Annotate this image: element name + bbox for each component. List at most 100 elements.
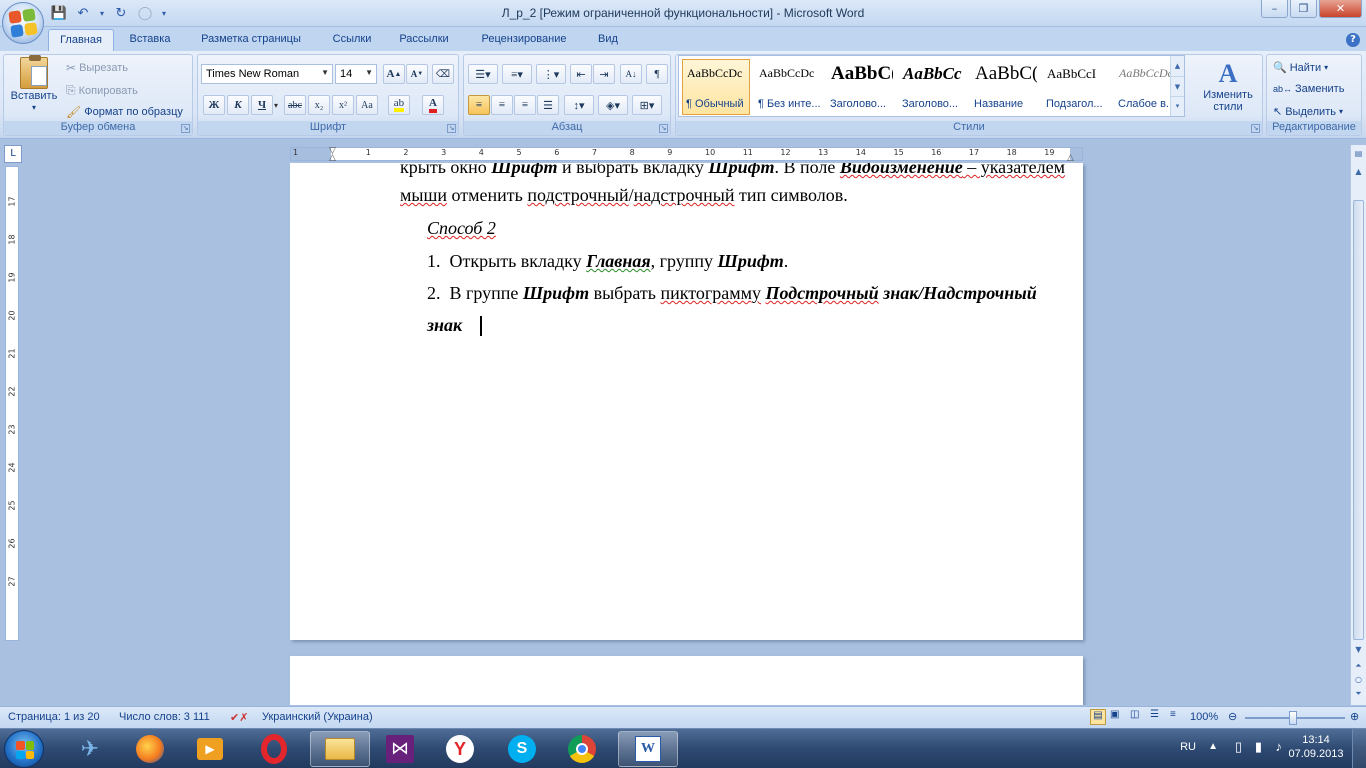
style-normal[interactable]: AaBbCcDc ¶ Обычный (682, 59, 750, 115)
vertical-scrollbar[interactable]: ▤ ▲ ▼ ⏶ ○ ⏷ (1350, 145, 1366, 705)
full-screen-view-icon[interactable]: ▣ (1110, 709, 1126, 725)
style-title[interactable]: AaBbC( Название (970, 59, 1038, 115)
taskbar-app-chrome[interactable] (556, 731, 608, 767)
decrease-indent-button[interactable]: ⇤ (570, 64, 592, 84)
tab-page-layout[interactable]: Разметка страницы (190, 31, 312, 51)
multilevel-list-button[interactable]: ⋮▾ (536, 64, 566, 84)
taskbar-app-skype[interactable]: S (496, 731, 548, 767)
italic-button[interactable]: К (227, 95, 249, 115)
ruler-toggle-icon[interactable]: ▤ (1353, 149, 1364, 162)
page-indicator[interactable]: Страница: 1 из 20 (8, 711, 100, 723)
document-page-2[interactable] (290, 656, 1083, 705)
align-center-button[interactable]: ≡ (491, 95, 513, 115)
office-button[interactable] (2, 2, 44, 44)
increase-indent-button[interactable]: ⇥ (593, 64, 615, 84)
tab-review[interactable]: Рецензирование (470, 31, 578, 51)
word-count[interactable]: Число слов: 3 111 (119, 711, 210, 723)
zoom-level[interactable]: 100% (1190, 711, 1218, 723)
taskbar-app-firefox[interactable] (124, 731, 176, 767)
tab-selector[interactable]: L (4, 145, 22, 163)
clear-formatting-button[interactable]: ⌫ (432, 64, 454, 84)
style-no-spacing[interactable]: AaBbCcDc ¶ Без инте... (754, 59, 822, 115)
line-spacing-button[interactable]: ↕▾ (564, 95, 594, 115)
scroll-down-icon[interactable]: ▼ (1353, 645, 1364, 658)
scroll-up-icon[interactable]: ▲ (1353, 167, 1364, 180)
sort-button[interactable]: A↓ (620, 64, 642, 84)
tab-references[interactable]: Ссылки (325, 31, 379, 51)
clock[interactable]: 13:14 07.09.2013 (1286, 734, 1346, 760)
taskbar-app-media[interactable]: ▶ (184, 731, 236, 767)
zoom-slider-thumb[interactable] (1289, 711, 1297, 725)
previous-page-icon[interactable]: ⏶ (1353, 661, 1364, 674)
find-button[interactable]: 🔍 Найти ▾ (1273, 61, 1328, 75)
language-indicator[interactable]: Украинский (Украина) (262, 711, 373, 723)
select-button[interactable]: ↖ Выделить ▾ (1273, 105, 1343, 119)
clipboard-launcher-icon[interactable]: ↘ (181, 124, 190, 133)
numbering-button[interactable]: ≡▾ (502, 64, 532, 84)
web-layout-view-icon[interactable]: ◫ (1130, 709, 1146, 725)
vertical-ruler[interactable]: 17 18 19 20 21 22 23 24 25 26 27 (5, 166, 19, 641)
zoom-out-icon[interactable]: ⊖ (1228, 710, 1237, 723)
grow-font-button[interactable]: A ▲ (383, 64, 405, 84)
taskbar-app-word[interactable]: W (618, 731, 678, 767)
tab-view[interactable]: Вид (590, 31, 626, 51)
print-layout-view-icon[interactable]: ▤ (1090, 709, 1106, 725)
subscript-button[interactable]: x₂ (308, 95, 330, 115)
zoom-in-icon[interactable]: ⊕ (1350, 710, 1359, 723)
font-launcher-icon[interactable]: ↘ (447, 124, 456, 133)
bold-button[interactable]: Ж (203, 95, 225, 115)
replace-button[interactable]: ab↔ Заменить (1273, 83, 1344, 95)
highlight-button[interactable]: ab (388, 95, 410, 115)
taskbar-app-opera[interactable] (248, 731, 300, 767)
battery-icon[interactable]: ▯ (1235, 739, 1242, 755)
style-heading-1[interactable]: AaBbC( Заголово... (826, 59, 894, 115)
draft-view-icon[interactable]: ≡ (1170, 709, 1186, 725)
start-button[interactable] (4, 730, 44, 768)
help-icon[interactable]: ? (1346, 33, 1360, 47)
right-indent-icon[interactable]: △ (1067, 153, 1074, 163)
styles-gallery-scroll[interactable]: ▲ ▼ ▾ (1170, 56, 1184, 116)
font-size-combo[interactable]: 14 ▼ (335, 64, 377, 84)
styles-launcher-icon[interactable]: ↘ (1251, 124, 1260, 133)
horizontal-ruler[interactable]: 1 1 2 3 4 5 6 7 8 9 10 11 12 13 14 15 16 17 18 19 ▽ △ △ (290, 146, 1083, 163)
shrink-font-button[interactable]: A ▼ (406, 64, 428, 84)
change-case-button[interactable]: Aa (356, 95, 378, 115)
bullets-button[interactable]: ☰▾ (468, 64, 498, 84)
align-right-button[interactable]: ≡ (514, 95, 536, 115)
strikethrough-button[interactable]: abc (284, 95, 306, 115)
style-heading-2[interactable]: AaBbCc Заголово... (898, 59, 966, 115)
paste-button[interactable]: Вставить ▾ (8, 55, 60, 112)
gallery-up-icon[interactable]: ▲ (1171, 56, 1184, 76)
gallery-more-icon[interactable]: ▾ (1171, 96, 1184, 114)
minimize-button[interactable]: – (1261, 0, 1288, 18)
justify-button[interactable]: ☰ (537, 95, 559, 115)
font-color-button[interactable]: A (422, 95, 444, 115)
tab-insert[interactable]: Вставка (120, 31, 180, 51)
input-language[interactable]: RU (1180, 741, 1196, 753)
network-icon[interactable]: ▮ (1255, 739, 1262, 755)
close-button[interactable]: ✕ (1319, 0, 1362, 18)
tab-home[interactable]: Главная (48, 29, 114, 51)
show-marks-button[interactable]: ¶ (646, 64, 668, 84)
taskbar-app-explorer[interactable] (310, 731, 370, 767)
maximize-button[interactable]: ❐ (1290, 0, 1317, 18)
copy-button[interactable]: ⎘ Копировать (66, 83, 138, 98)
superscript-button[interactable]: x² (332, 95, 354, 115)
style-subtitle[interactable]: AaBbCcI Подзагол... (1042, 59, 1110, 115)
change-styles-button[interactable]: A Изменить стили (1196, 59, 1260, 113)
zoom-slider[interactable] (1245, 711, 1345, 725)
paragraph-launcher-icon[interactable]: ↘ (659, 124, 668, 133)
document-area[interactable]: крыть окно Шрифт и выбрать вкладку Шрифт… (24, 163, 1348, 705)
font-name-combo[interactable]: Times New Roman ▼ (201, 64, 333, 84)
taskbar-app-visual-studio[interactable]: ⋈ (374, 731, 426, 767)
browse-object-icon[interactable]: ○ (1353, 675, 1364, 688)
cut-button[interactable]: ✂ Вырезать (66, 61, 128, 75)
volume-icon[interactable]: ♪ (1276, 739, 1283, 754)
align-left-button[interactable]: ≡ (468, 95, 490, 115)
taskbar-app-rocket[interactable]: ✈ (64, 731, 116, 767)
outline-view-icon[interactable]: ☰ (1150, 709, 1166, 725)
document-page[interactable]: крыть окно Шрифт и выбрать вкладку Шрифт… (290, 163, 1083, 640)
proofing-icon[interactable]: ✔✗ (230, 711, 248, 724)
borders-button[interactable]: ⊞▾ (632, 95, 662, 115)
next-page-icon[interactable]: ⏷ (1353, 689, 1364, 702)
